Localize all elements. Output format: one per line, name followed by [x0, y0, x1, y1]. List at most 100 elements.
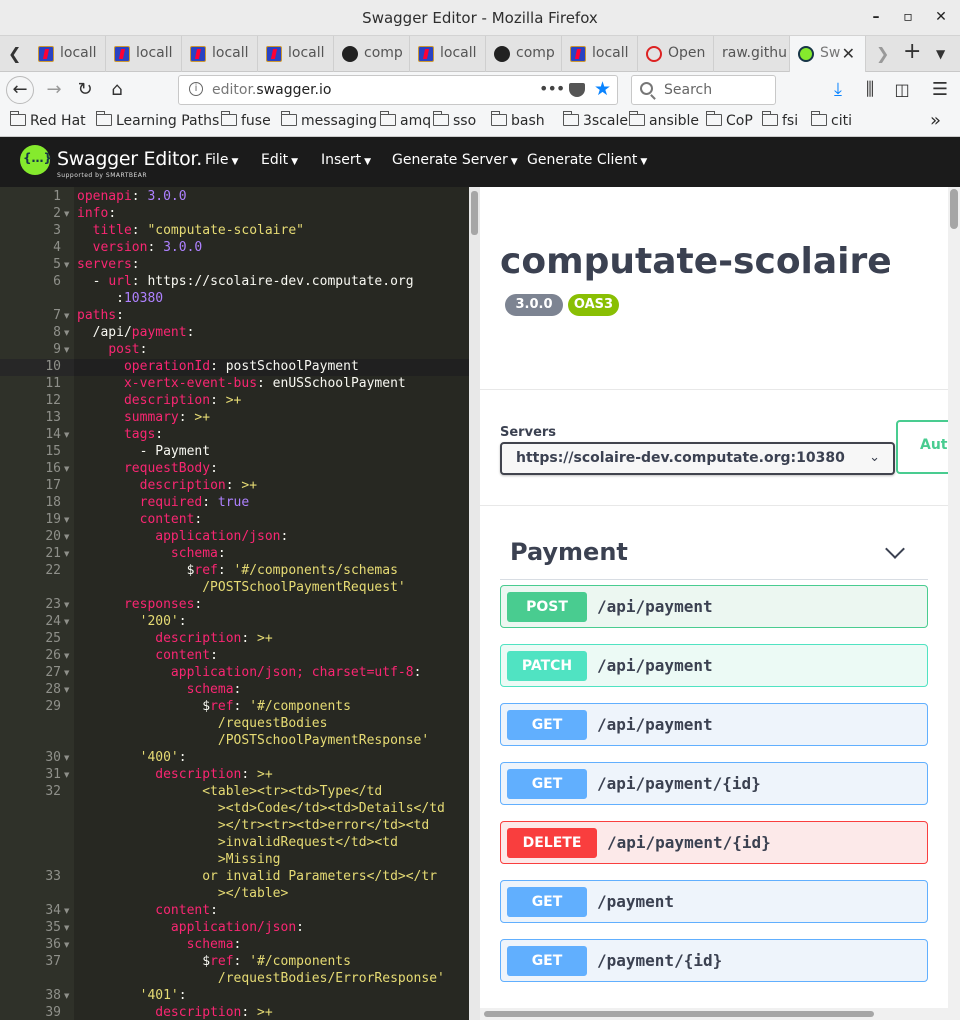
browser-tab[interactable]: Sw ✕ [790, 36, 866, 72]
page-actions-icon[interactable]: ••• [539, 79, 565, 98]
home-button[interactable]: ⌂ [105, 78, 129, 102]
code-line[interactable]: schema: [77, 937, 242, 952]
browser-tab[interactable]: locall [106, 36, 182, 72]
code-line[interactable]: operationId: postSchoolPayment [77, 359, 359, 374]
operation-get[interactable]: GET/api/payment/{id} [500, 762, 928, 805]
code-line[interactable]: $ref: '#/components/schemas [77, 563, 398, 578]
code-line[interactable]: /POSTSchoolPaymentRequest' [77, 580, 406, 595]
browser-tab[interactable]: Open [638, 36, 714, 72]
code-line[interactable]: ></table> [77, 886, 288, 901]
browser-tab[interactable]: comp [334, 36, 410, 72]
code-line[interactable]: summary: >+ [77, 410, 210, 425]
fold-toggle-icon[interactable]: ▼ [64, 601, 69, 609]
preview-vertical-scrollbar[interactable] [948, 187, 960, 1020]
sidebar-icon[interactable]: ◫ [890, 78, 914, 102]
code-line[interactable]: $ref: '#/components [77, 699, 351, 714]
code-line[interactable]: - Payment [77, 444, 210, 459]
bookmark-item[interactable]: sso [433, 111, 476, 129]
minimize-button[interactable]: – [867, 8, 885, 26]
preview-vscroll-thumb[interactable] [950, 189, 958, 229]
code-line[interactable]: post: [77, 342, 147, 357]
bookmark-item[interactable]: 3scale [563, 111, 628, 129]
fold-toggle-icon[interactable]: ▼ [64, 465, 69, 473]
browser-tab[interactable]: locall [30, 36, 106, 72]
code-line[interactable]: /api/payment: [77, 325, 195, 340]
code-line[interactable]: >Missing [77, 852, 281, 867]
code-line[interactable]: content: [77, 903, 218, 918]
bookmark-item[interactable]: citi [811, 111, 852, 129]
fold-toggle-icon[interactable]: ▼ [64, 754, 69, 762]
fold-toggle-icon[interactable]: ▼ [64, 550, 69, 558]
editor-scrollbar-thumb[interactable] [471, 191, 478, 235]
bookmark-item[interactable]: Learning Paths [96, 111, 219, 129]
bookmark-star-icon[interactable]: ★ [594, 78, 611, 100]
browser-tab[interactable]: locall [562, 36, 638, 72]
bookmark-item[interactable]: amq [380, 111, 431, 129]
more-bookmarks-icon[interactable]: » [930, 110, 941, 131]
site-info-icon[interactable]: i [189, 82, 203, 96]
code-line[interactable]: title: "computate-scolaire" [77, 223, 304, 238]
code-line[interactable]: version: 3.0.0 [77, 240, 203, 255]
bookmark-item[interactable]: fsi [762, 111, 798, 129]
fold-toggle-icon[interactable]: ▼ [64, 686, 69, 694]
tabs-scroll-left-icon[interactable]: ❮ [8, 44, 21, 63]
code-line[interactable]: :10380 [77, 291, 163, 306]
fold-toggle-icon[interactable]: ▼ [64, 924, 69, 932]
downloads-icon[interactable]: ⤓ [826, 78, 850, 102]
code-line[interactable]: description: >+ [77, 631, 272, 646]
url-bar[interactable]: i editor.swagger.io ••• ★ [178, 75, 618, 105]
code-line[interactable]: application/json: [77, 529, 288, 544]
code-line[interactable]: '200': [77, 614, 187, 629]
collapse-chevron-icon[interactable] [885, 539, 905, 559]
fold-toggle-icon[interactable]: ▼ [64, 516, 69, 524]
operation-patch[interactable]: PATCH/api/payment [500, 644, 928, 687]
operation-delete[interactable]: DELETE/api/payment/{id} [500, 821, 928, 864]
fold-toggle-icon[interactable]: ▼ [64, 941, 69, 949]
menu-insert[interactable]: Insert ▼ [321, 152, 371, 168]
fold-toggle-icon[interactable]: ▼ [64, 533, 69, 541]
operation-get[interactable]: GET/payment/{id} [500, 939, 928, 982]
fold-toggle-icon[interactable]: ▼ [64, 431, 69, 439]
code-line[interactable]: description: >+ [77, 393, 241, 408]
search-box[interactable]: Search [631, 75, 776, 105]
code-line[interactable]: '401': [77, 988, 187, 1003]
code-line[interactable]: /POSTSchoolPaymentResponse' [77, 733, 429, 748]
fold-toggle-icon[interactable]: ▼ [64, 329, 69, 337]
library-icon[interactable]: ⫼ [858, 78, 882, 102]
fold-toggle-icon[interactable]: ▼ [64, 771, 69, 779]
maximize-button[interactable]: ▫ [899, 8, 917, 26]
code-line[interactable]: '400': [77, 750, 187, 765]
code-line[interactable]: info: [77, 206, 116, 221]
operation-get[interactable]: GET/api/payment [500, 703, 928, 746]
url-text[interactable]: editor.swagger.io [212, 82, 331, 98]
bookmark-item[interactable]: messaging [281, 111, 377, 129]
browser-tab[interactable]: locall [410, 36, 486, 72]
fold-toggle-icon[interactable]: ▼ [64, 907, 69, 915]
code-line[interactable]: $ref: '#/components [77, 954, 351, 969]
code-line[interactable]: requestBody: [77, 461, 218, 476]
close-window-button[interactable]: ✕ [932, 8, 950, 26]
list-all-tabs-icon[interactable]: ▼ [936, 47, 945, 61]
code-line[interactable]: paths: [77, 308, 124, 323]
fold-toggle-icon[interactable]: ▼ [64, 261, 69, 269]
code-line[interactable]: <table><tr><td>Type</td [77, 784, 382, 799]
code-line[interactable]: >invalidRequest</td><td [77, 835, 398, 850]
reload-button[interactable]: ↻ [73, 78, 97, 102]
fold-toggle-icon[interactable]: ▼ [64, 992, 69, 1000]
code-line[interactable]: schema: [77, 682, 242, 697]
back-button[interactable]: ← [6, 76, 34, 104]
code-line[interactable]: required: true [77, 495, 250, 510]
code-line[interactable]: - url: https://scolaire-dev.computate.or… [77, 274, 414, 289]
code-line[interactable]: content: [77, 512, 203, 527]
new-tab-icon[interactable]: + [903, 39, 921, 64]
bookmark-item[interactable]: ansible [629, 111, 699, 129]
server-select[interactable]: https://scolaire-dev.computate.org:10380… [500, 442, 895, 475]
bookmark-item[interactable]: CoP [706, 111, 753, 129]
operation-get[interactable]: GET/payment [500, 880, 928, 923]
pane-splitter[interactable] [469, 187, 480, 1020]
fold-toggle-icon[interactable]: ▼ [64, 210, 69, 218]
operation-post[interactable]: POST/api/payment [500, 585, 928, 628]
fold-toggle-icon[interactable]: ▼ [64, 312, 69, 320]
code-line[interactable]: ></tr><tr><td>error</td><td [77, 818, 429, 833]
fold-toggle-icon[interactable]: ▼ [64, 652, 69, 660]
